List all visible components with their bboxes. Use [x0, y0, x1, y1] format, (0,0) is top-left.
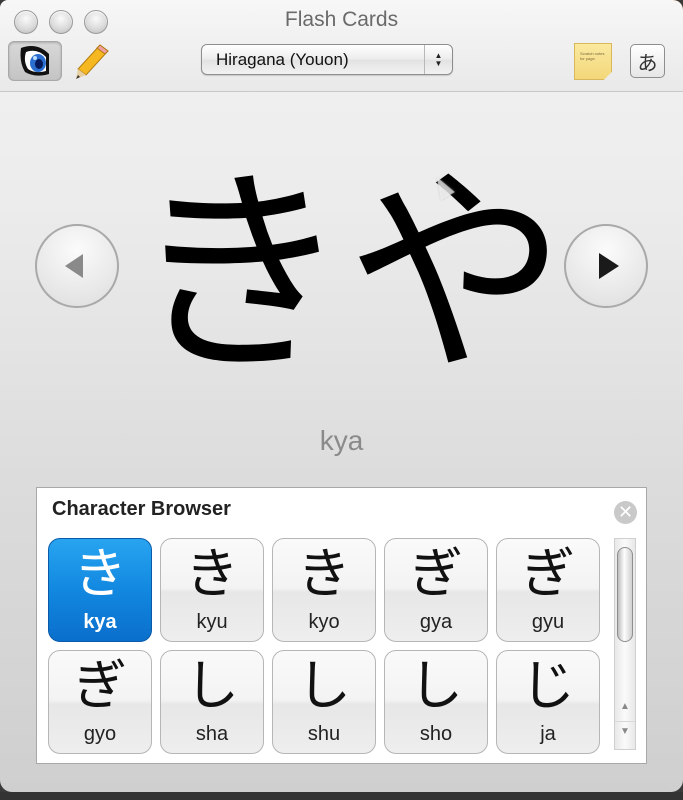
previous-card-button[interactable]: [35, 224, 119, 308]
tile-kana: ぎ: [521, 542, 575, 605]
sticky-note-icon: Scratch notes for page.: [580, 51, 605, 61]
character-tile[interactable]: き kya: [48, 538, 152, 642]
character-tile[interactable]: き kyo: [272, 538, 376, 642]
character-tile[interactable]: じ ja: [496, 650, 600, 754]
tile-kana: し: [297, 654, 351, 717]
tile-romaji: kyu: [196, 611, 228, 633]
view-mode-button[interactable]: [8, 41, 62, 81]
edit-mode-button[interactable]: [70, 40, 114, 82]
tile-kana: き: [73, 542, 127, 605]
tile-romaji: sha: [195, 723, 229, 745]
close-icon: ✕: [617, 502, 634, 522]
character-tile[interactable]: ぎ gya: [384, 538, 488, 642]
tile-romaji: gyo: [83, 723, 117, 745]
close-browser-button[interactable]: ✕: [614, 501, 637, 524]
tile-kana: し: [185, 654, 239, 717]
card-character[interactable]: きや: [130, 150, 566, 400]
sticky-note-button[interactable]: Scratch notes for page.: [574, 43, 612, 80]
card-romaji: kya: [319, 425, 364, 456]
scroll-up-button[interactable]: ▲: [615, 697, 635, 717]
arrow-down-glyph: ▼: [434, 58, 443, 68]
tile-kana: き: [185, 542, 239, 605]
scrollbar-thumb[interactable]: [617, 547, 633, 642]
select-arrows-icon: ▲ ▼: [424, 45, 452, 74]
tile-romaji: ja: [540, 723, 556, 745]
window-title: Flash Cards: [284, 8, 399, 31]
arrow-right-icon: [599, 253, 619, 279]
tile-romaji: kya: [83, 611, 117, 633]
tile-kana: し: [409, 654, 463, 717]
scroll-down-button[interactable]: ▼: [615, 721, 635, 741]
character-tile[interactable]: き kyu: [160, 538, 264, 642]
tile-romaji: sho: [419, 723, 453, 745]
arrow-down-icon: ▼: [620, 726, 630, 737]
flash-cards-window: Flash Cards Hiragana (Youon) ▲ ▼ Scratch…: [0, 0, 683, 792]
tile-kana: ぎ: [409, 542, 463, 605]
character-tile[interactable]: ぎ gyu: [496, 538, 600, 642]
next-card-button[interactable]: [564, 224, 648, 308]
kana-input-button[interactable]: あ: [630, 44, 665, 78]
tile-romaji: gyu: [531, 611, 565, 633]
character-tile[interactable]: し shu: [272, 650, 376, 754]
character-tile[interactable]: ぎ gyo: [48, 650, 152, 754]
tile-romaji: kyo: [308, 611, 340, 633]
tile-romaji: gya: [419, 611, 453, 633]
deck-select-value: Hiragana (Youon): [216, 50, 349, 69]
pencil-icon: [76, 44, 109, 79]
deck-select[interactable]: Hiragana (Youon) ▲ ▼: [201, 44, 453, 75]
character-tile[interactable]: し sho: [384, 650, 488, 754]
arrow-left-icon: [65, 254, 83, 278]
tile-kana: じ: [521, 654, 575, 717]
character-grid: き kya き kyu き kyo ぎ gya ぎ gyu ぎ gyo し sh…: [48, 538, 608, 754]
browser-scrollbar[interactable]: ▲ ▼: [614, 538, 636, 750]
arrow-up-icon: ▲: [620, 701, 630, 712]
toolbar: Flash Cards Hiragana (Youon) ▲ ▼ Scratch…: [0, 0, 683, 92]
tile-kana: き: [297, 542, 351, 605]
tile-kana: ぎ: [73, 654, 127, 717]
desktop-background: [0, 792, 683, 800]
character-browser-title: Character Browser: [52, 498, 231, 520]
eye-icon: [20, 46, 49, 76]
character-browser-panel: Character Browser ✕ き kya き kyu き kyo ぎ …: [36, 487, 647, 764]
character-tile[interactable]: し sha: [160, 650, 264, 754]
tile-romaji: shu: [307, 723, 341, 745]
